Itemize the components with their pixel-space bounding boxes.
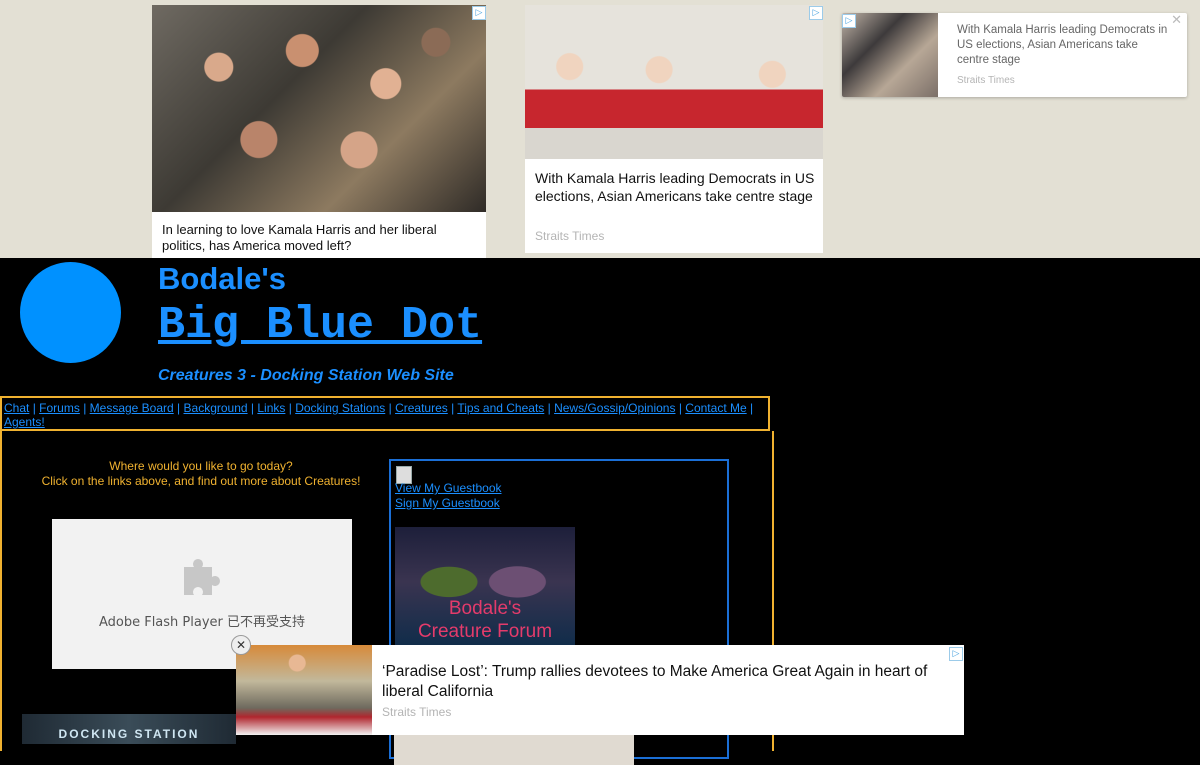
nav-link-background[interactable]: Background [184, 401, 248, 415]
nav-separator: | [250, 401, 255, 415]
nav-link-links[interactable]: Links [257, 401, 285, 415]
adchoices-icon[interactable]: ▷ [842, 14, 856, 28]
big-blue-dot-logo [20, 262, 121, 363]
nav-link-contact-me[interactable]: Contact Me [685, 401, 746, 415]
ad-source: Straits Times [382, 705, 452, 719]
nav-separator: | [547, 401, 551, 415]
bottom-overlay-ad[interactable]: ▷ ‘Paradise Lost’: Trump rallies devotee… [236, 645, 964, 735]
nav-link-forums[interactable]: Forums [39, 401, 80, 415]
ad-headline[interactable]: In learning to love Kamala Harris and he… [162, 222, 480, 254]
view-guestbook-link[interactable]: View My Guestbook [395, 481, 502, 495]
puzzle-piece-icon [184, 559, 220, 595]
welcome-question: Where would you like to go today? [109, 459, 293, 473]
nav-separator: | [83, 401, 87, 415]
welcome-instruction: Click on the links above, and find out m… [41, 474, 361, 488]
ad-photo-crowd[interactable] [152, 5, 486, 212]
creature-forum-caption: Bodale's Creature Forum [395, 597, 575, 643]
nav-link-creatures[interactable]: Creatures [395, 401, 448, 415]
ad-headline[interactable]: With Kamala Harris leading Democrats in … [535, 169, 817, 205]
close-ad-button[interactable]: ✕ [231, 635, 251, 655]
nav-separator: | [32, 401, 36, 415]
close-icon[interactable]: ✕ [1171, 13, 1182, 28]
adchoices-icon[interactable]: ▷ [949, 647, 963, 661]
site-subtitle: Creatures 3 - Docking Station Web Site [158, 367, 454, 384]
nav-link-news-gossip-opinions[interactable]: News/Gossip/Opinions [554, 401, 675, 415]
nav-separator: | [451, 401, 455, 415]
nav-separator: | [678, 401, 682, 415]
ad-photo-small[interactable] [842, 13, 938, 97]
ad-source: Straits Times [957, 75, 1015, 86]
ad-photo-panel[interactable] [525, 5, 823, 159]
ad-card-panel[interactable]: ▷ With Kamala Harris leading Democrats i… [525, 5, 823, 253]
nav-link-message-board[interactable]: Message Board [90, 401, 174, 415]
ad-headline[interactable]: ‘Paradise Lost’: Trump rallies devotees … [382, 662, 957, 702]
forum-caption-line2: Creature Forum [417, 621, 553, 642]
ad-photo-rally[interactable] [236, 645, 372, 735]
nav-separator: | [177, 401, 181, 415]
nav-separator: | [388, 401, 392, 415]
nav-separator: | [288, 401, 292, 415]
sign-guestbook-link[interactable]: Sign My Guestbook [395, 496, 500, 510]
creature-forum-image[interactable]: Bodale's Creature Forum [395, 527, 575, 649]
nav-link-agents[interactable]: Agents! [4, 415, 45, 429]
ad-headline[interactable]: With Kamala Harris leading Democrats in … [957, 23, 1169, 68]
forum-caption-line1: Bodale's [448, 598, 522, 619]
nav-link-tips-and-cheats[interactable]: Tips and Cheats [457, 401, 544, 415]
nav-link-chat[interactable]: Chat [4, 401, 29, 415]
nav-separator: | [750, 401, 754, 415]
ad-card-small[interactable]: ▷ With Kamala Harris leading Democrats i… [842, 13, 1187, 97]
site-title-link[interactable]: Big Blue Dot [158, 300, 482, 351]
welcome-message: Where would you like to go today? Click … [0, 459, 402, 489]
flash-unsupported-label: Adobe Flash Player 已不再受支持 [98, 615, 306, 630]
adchoices-icon[interactable]: ▷ [809, 6, 823, 20]
ad-source: Straits Times [535, 229, 605, 243]
adchoices-icon[interactable]: ▷ [472, 6, 486, 20]
main-nav: Chat | Forums | Message Board | Backgrou… [0, 396, 770, 431]
ad-card-crowd[interactable]: ▷ In learning to love Kamala Harris and … [152, 5, 486, 258]
site-title-owner: Bodale's [158, 261, 286, 296]
nav-link-docking-stations[interactable]: Docking Stations [295, 401, 385, 415]
top-ad-strip: ▷ In learning to love Kamala Harris and … [0, 0, 1200, 258]
